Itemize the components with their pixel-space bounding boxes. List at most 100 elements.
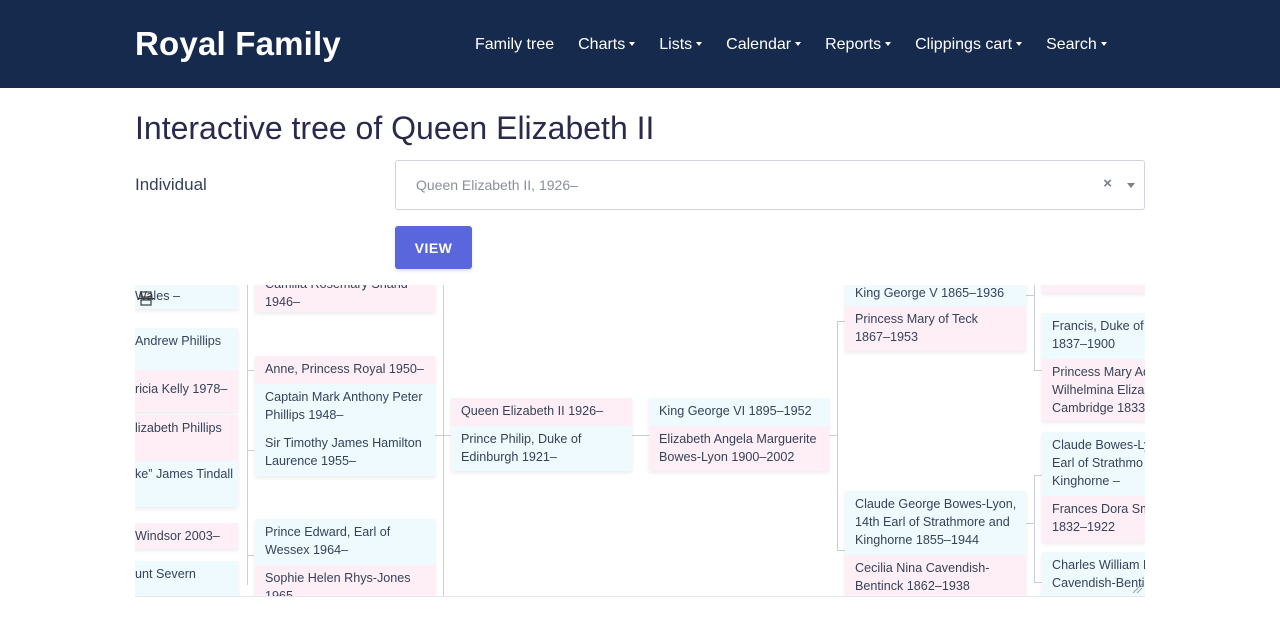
tree-connector [837,321,845,322]
menu-lists[interactable]: Lists [659,36,703,54]
menu-clippings-cart[interactable]: Clippings cart [915,36,1023,54]
person-king-george-vi[interactable]: King George VI 1895–1952 [649,398,829,426]
main-menu: Family tree Charts Lists Calendar Report… [475,36,1131,54]
person-mark-phillips[interactable]: Captain Mark Anthony Peter Phillips 1948… [255,384,435,430]
tree-person-card[interactable] [1042,285,1145,293]
chevron-down-icon [696,42,703,46]
tree-person-card[interactable]: Charles William F Cavendish-Bentin [1042,552,1145,596]
resize-handle-icon[interactable] [1132,583,1143,594]
tree-connector [1034,475,1042,476]
person-elizabeth-bowes-lyon[interactable]: Elizabeth Angela Marguerite Bowes-Lyon 1… [649,426,829,471]
chevron-down-icon[interactable] [1127,183,1135,188]
menu-search-label: Search [1046,36,1097,53]
menu-family-tree-label: Family tree [475,36,555,53]
menu-reports[interactable]: Reports [825,36,892,54]
page-title: Interactive tree of Queen Elizabeth II [135,110,655,146]
person-king-george-v[interactable]: King George V 1865–1936 [845,285,1026,306]
individual-select[interactable]: Queen Elizabeth II, 1926– × [395,160,1145,210]
chevron-down-icon [885,42,892,46]
person-andrew-phillips[interactable]: Andrew Phillips [135,328,238,370]
tree-connector [443,285,444,596]
tree-family-card: Francis, Duke of 1837–1900 Princess Mary… [1042,313,1145,421]
person-sophie-rhys-jones[interactable]: Sophie Helen Rhys-Jones 1965– [255,565,435,597]
tree-person-card[interactable]: Camilla Rosemary Shand 1946– [255,285,435,312]
person-frances-line1: Frances Dora Sm [1052,502,1145,516]
view-button[interactable]: VIEW [395,226,472,269]
tree-connector [1026,295,1034,296]
person-mary-of-teck[interactable]: Princess Mary of Teck 1867–1953 [845,306,1026,351]
tree-connector [837,550,845,551]
navbar: Royal Family Family tree Charts Lists Ca… [0,0,1280,88]
person-princess-mary-adelaide[interactable]: Princess Mary Ad Wilhelmina Elizab Cambr… [1042,359,1145,421]
site-brand[interactable]: Royal Family [135,25,341,63]
person-mark-phillips-line1: Captain Mark Anthony Peter [265,390,423,404]
person-timothy-laurence[interactable]: Sir Timothy James Hamilton Laurence 1955… [255,430,435,476]
person-queen-elizabeth-ii[interactable]: Queen Elizabeth II 1926– [451,398,632,426]
person-elizabeth-bowes-lyon-line1: Elizabeth Angela Marguerite [659,432,817,446]
person-sophie-rhys-jones-line2: 1965– [265,589,301,597]
person-charles-cavendish-bentinck[interactable]: Charles William F Cavendish-Bentin [1042,552,1145,596]
tree-person-card[interactable]: unt Severn [135,561,238,596]
person-sophie-rhys-jones-line1: Sophie Helen Rhys-Jones [265,571,411,585]
tree-connector [829,435,837,436]
person-charles-line1: Charles William F [1052,558,1145,572]
menu-calendar[interactable]: Calendar [726,36,802,54]
person-francis-line1: Francis, Duke of [1052,319,1144,333]
person-clipped-top[interactable] [1042,285,1145,293]
tree-family-card: Prince Edward, Earl of Wessex 1964– Soph… [255,519,435,597]
tree-family-card: lizabeth Phillips ke” James Tindall [135,415,238,507]
person-prince-philip-line1: Prince Philip, Duke of [461,432,582,446]
person-claude-bowes-lyon[interactable]: Claude George Bowes-Lyon, 14th Earl of S… [845,491,1026,555]
tree-connector [837,321,838,551]
person-claude-bowes-lyon-13th[interactable]: Claude Bowes-Ly Earl of Strathmo Kinghor… [1042,432,1145,496]
person-windsor[interactable]: Windsor 2003– [135,523,238,549]
tree-grandparents-card: Claude George Bowes-Lyon, 14th Earl of S… [845,491,1026,596]
person-prince-edward-line2: Wessex 1964– [265,543,349,557]
person-princess-mary-line3: Cambridge 1833 [1052,401,1145,415]
person-severn[interactable]: unt Severn [135,561,238,596]
tree-connector [247,285,248,585]
tree-root-card: Queen Elizabeth II 1926– Prince Philip, … [451,398,632,471]
menu-charts[interactable]: Charts [578,36,636,54]
person-claude-bowes-lyon-line1: Claude George Bowes-Lyon, [855,497,1017,511]
interactive-tree[interactable]: Wales – Andrew Phillips ricia Kelly 1978… [135,285,1145,597]
person-patricia-kelly[interactable]: ricia Kelly 1978– [135,370,238,412]
person-cecilia-cavendish-bentinck[interactable]: Cecilia Nina Cavendish- Bentinck 1862–19… [845,555,1026,596]
person-frances-dora-smith[interactable]: Frances Dora Sm 1832–1922 [1042,496,1145,542]
person-princess-mary-line1: Princess Mary Ad [1052,365,1145,379]
individual-label: Individual [135,175,207,194]
menu-lists-label: Lists [659,36,693,53]
tree-connector [1034,370,1042,371]
tree-connector [632,435,649,436]
tree-person-card[interactable]: Windsor 2003– [135,523,238,549]
person-claude-bowes-lyon-line2: 14th Earl of Strathmore and [855,515,1010,529]
menu-family-tree[interactable]: Family tree [475,36,554,54]
person-mary-of-teck-line1: Princess Mary of Teck [855,312,978,326]
person-timothy-laurence-line1: Sir Timothy James Hamilton [265,436,422,450]
person-cecilia-line1: Cecilia Nina Cavendish- [855,561,990,575]
person-mark-phillips-line2: Phillips 1948– [265,408,344,422]
person-elizabeth-bowes-lyon-line2: Bowes-Lyon 1900–2002 [659,450,795,464]
tree-connector [247,450,254,451]
person-francis-duke-of-teck[interactable]: Francis, Duke of 1837–1900 [1042,313,1145,359]
chevron-down-icon [1100,42,1107,46]
chevron-down-icon [1016,42,1023,46]
person-francis-line2: 1837–1900 [1052,337,1116,351]
person-anne[interactable]: Anne, Princess Royal 1950– [255,356,435,384]
person-claude-b-line2: Earl of Strathmo [1052,456,1143,470]
person-prince-philip[interactable]: Prince Philip, Duke of Edinburgh 1921– [451,426,632,471]
person-camilla[interactable]: Camilla Rosemary Shand 1946– [255,285,435,312]
menu-search[interactable]: Search [1046,36,1107,54]
move-icon[interactable] [137,290,155,308]
tree-connector [1034,475,1035,583]
person-james-tindall[interactable]: ke” James Tindall [135,461,238,507]
person-claude-b-line3: Kinghorne – [1052,474,1120,488]
person-elizabeth-phillips[interactable]: lizabeth Phillips [135,415,238,461]
tree-family-card: Anne, Princess Royal 1950– Captain Mark … [255,356,435,476]
tree-family-card: Claude Bowes-Ly Earl of Strathmo Kinghor… [1042,432,1145,542]
menu-calendar-label: Calendar [726,36,792,53]
person-claude-b-line1: Claude Bowes-Ly [1052,438,1145,452]
menu-clippings-cart-label: Clippings cart [915,36,1013,53]
person-prince-edward[interactable]: Prince Edward, Earl of Wessex 1964– [255,519,435,565]
clear-icon[interactable]: × [1103,175,1112,192]
